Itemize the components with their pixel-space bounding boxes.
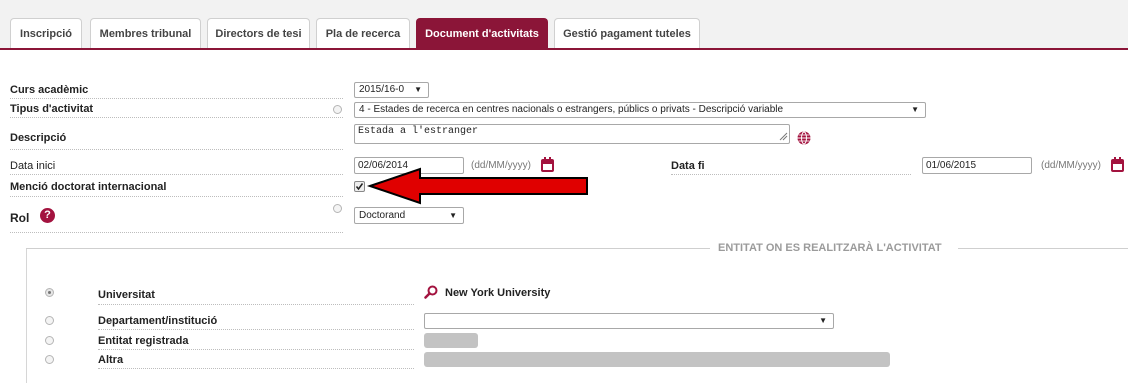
info-radio-icon: [333, 204, 342, 213]
data-inici-label: Data inici: [10, 160, 56, 172]
dropdown-arrow-icon: ▼: [449, 211, 457, 220]
altra-label: Altra: [98, 354, 124, 366]
departament-select[interactable]: ▼: [424, 313, 834, 329]
descripcio-value: Estada a l'estranger: [358, 126, 479, 137]
curs-academic-label: Curs acadèmic: [10, 84, 89, 96]
tab-bar: Inscripció Membres tribunal Directors de…: [0, 0, 1128, 50]
row-divider: [98, 349, 414, 350]
tab-pla-de-recerca[interactable]: Pla de recerca: [316, 18, 410, 48]
curs-academic-value: 2015/16-0: [359, 84, 405, 95]
globe-icon[interactable]: [797, 131, 811, 145]
altra-field: [424, 352, 890, 367]
rol-label: Rol: [10, 211, 30, 225]
row-divider: [98, 304, 414, 305]
descripcio-label: Descripció: [10, 132, 67, 144]
row-divider: [98, 329, 414, 330]
search-icon[interactable]: [424, 285, 438, 299]
tab-directors-de-tesi[interactable]: Directors de tesi: [207, 18, 310, 48]
tipus-activitat-value: 4 - Estades de recerca en centres nacion…: [359, 104, 784, 115]
row-divider: [671, 174, 911, 175]
altra-radio[interactable]: [45, 355, 54, 364]
info-radio-icon: [333, 105, 342, 114]
curs-academic-select[interactable]: 2015/16-0 ▼: [354, 82, 429, 98]
dropdown-arrow-icon: ▼: [414, 85, 422, 94]
dropdown-arrow-icon: ▼: [911, 105, 919, 114]
mencio-checkbox[interactable]: [354, 181, 365, 192]
row-divider: [10, 149, 343, 150]
row-divider: [10, 98, 343, 99]
tab-document-activitats[interactable]: Document d'activitats: [416, 18, 548, 50]
universitat-label: Universitat: [98, 289, 155, 301]
tab-membres-tribunal[interactable]: Membres tribunal: [90, 18, 201, 48]
row-divider: [10, 117, 343, 118]
mencio-label: Menció doctorat internacional: [10, 181, 167, 193]
departament-label: Departament/institució: [98, 315, 218, 327]
descripcio-textarea[interactable]: Estada a l'estranger: [354, 124, 790, 144]
departament-radio[interactable]: [45, 316, 54, 325]
data-fi-input[interactable]: 01/06/2015: [922, 157, 1032, 174]
section-top-border: [958, 248, 1128, 249]
universitat-radio[interactable]: [45, 288, 54, 297]
tipus-activitat-select[interactable]: 4 - Estades de recerca en centres nacion…: [354, 102, 926, 118]
tab-inscripcio[interactable]: Inscripció: [10, 18, 82, 48]
row-divider: [98, 368, 414, 369]
rol-select[interactable]: Doctorand ▼: [354, 207, 464, 224]
row-divider: [10, 232, 343, 233]
section-top-border: [26, 248, 710, 249]
entitat-registrada-label: Entitat registrada: [98, 335, 189, 347]
checkmark-icon: [355, 183, 364, 191]
entitat-registrada-field: [424, 333, 478, 348]
resize-handle-icon[interactable]: [778, 131, 788, 141]
red-arrow-annotation: [366, 167, 588, 205]
data-fi-format-hint: (dd/MM/yyyy): [1041, 160, 1101, 171]
data-fi-value: 01/06/2015: [926, 160, 977, 171]
tab-gestio-pagament-tuteles[interactable]: Gestió pagament tuteles: [554, 18, 700, 48]
rol-value: Doctorand: [359, 210, 406, 221]
dropdown-arrow-icon: ▼: [819, 316, 827, 325]
entitat-section-title: ENTITAT ON ES REALITZARÀ L'ACTIVITAT: [718, 242, 942, 254]
data-fi-label: Data fi: [671, 160, 705, 172]
entitat-registrada-radio[interactable]: [45, 336, 54, 345]
help-icon[interactable]: ?: [40, 208, 55, 223]
universitat-value: New York University: [445, 287, 551, 299]
row-divider: [10, 174, 343, 175]
calendar-icon[interactable]: [1111, 157, 1124, 172]
tipus-activitat-label: Tipus d'activitat: [10, 103, 94, 115]
row-divider: [10, 196, 343, 197]
section-left-border: [26, 248, 27, 383]
